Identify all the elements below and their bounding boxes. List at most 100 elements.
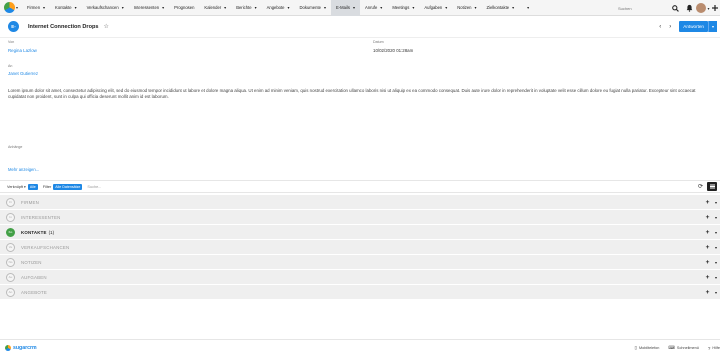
star-icon[interactable]: ☆: [104, 23, 109, 30]
reply-button[interactable]: Antworten: [679, 21, 708, 32]
linked-filter-pill[interactable]: Alle: [27, 183, 38, 190]
chevron-down-icon[interactable]: ▾: [224, 5, 226, 10]
notifications-icon[interactable]: [682, 0, 696, 16]
chevron-down-icon[interactable]: ▾: [712, 230, 720, 235]
chevron-down-icon[interactable]: ▾: [162, 5, 164, 10]
add-icon[interactable]: +: [703, 289, 712, 296]
mobile-link[interactable]: ▯ Mobiltelefon: [634, 345, 659, 351]
chevron-down-icon[interactable]: ▾: [380, 5, 382, 10]
add-icon[interactable]: +: [703, 199, 712, 206]
nav-item-notizen[interactable]: Notizen ▾: [452, 0, 481, 16]
nav-item-aufgaben[interactable]: Aufgaben ▾: [419, 0, 452, 16]
module-circle-icon: An: [6, 287, 15, 297]
chevron-down-icon[interactable]: ▾: [24, 185, 26, 189]
module-badge: E-: [8, 21, 19, 32]
chevron-down-icon: ▾: [15, 5, 18, 10]
subpanel-count: (1): [48, 229, 55, 235]
chevron-down-icon[interactable]: ▾: [712, 275, 720, 280]
chevron-down-icon[interactable]: ▾: [474, 5, 476, 10]
sugar-logo-icon: [5, 344, 11, 351]
from-label: Von: [8, 40, 15, 44]
add-icon[interactable]: [710, 0, 720, 16]
subpanel-kontakte[interactable]: Ko KONTAKTE (1) + ▾: [0, 225, 720, 240]
chevron-down-icon[interactable]: ▾: [412, 5, 414, 10]
subpanel-notizen[interactable]: No NOTIZEN + ▾: [0, 255, 720, 270]
from-value-link[interactable]: Regina Lazlow: [8, 48, 37, 53]
home-menu[interactable]: ▾: [0, 0, 22, 16]
add-icon[interactable]: +: [703, 259, 712, 266]
linked-dropdown-label[interactable]: Verknüpft: [7, 185, 23, 189]
chevron-down-icon[interactable]: ▾: [712, 200, 720, 205]
subpanel-aufgaben[interactable]: Au AUFGABEN + ▾: [0, 270, 720, 285]
chevron-down-icon[interactable]: ▾: [512, 5, 514, 10]
nav-item-zielkontakte[interactable]: Zielkontakte ▾: [482, 0, 520, 16]
help-icon: ?: [707, 345, 711, 351]
more-modules-menu[interactable]: ▾: [519, 0, 534, 16]
chevron-down-icon[interactable]: ▾: [712, 290, 720, 295]
chevron-down-icon[interactable]: ▾: [75, 5, 77, 10]
subpanel-search-input[interactable]: Suche...: [87, 185, 101, 189]
subpanel-title: INTERESSENTEN: [21, 214, 61, 220]
help-link[interactable]: ? Hilfe: [708, 346, 720, 351]
add-icon[interactable]: +: [703, 229, 712, 236]
nav-item-anrufe[interactable]: Anrufe ▾: [360, 0, 387, 16]
subpanel-controls: + ▾: [703, 270, 720, 285]
records-filter-pill[interactable]: Alle Datensätze: [53, 183, 83, 190]
subpanel-verkaufschancen[interactable]: Ve VERKAUFSCHANCEN + ▾: [0, 240, 720, 255]
subpanel-view-controls: ⟳: [698, 182, 717, 191]
nav-item-emails[interactable]: E-Mails ▾: [330, 0, 360, 16]
sugarcrm-logo[interactable]: sugarcrm: [5, 344, 37, 351]
nav-item-dokumente[interactable]: Dokumente ▾: [295, 0, 331, 16]
chevron-down-icon[interactable]: ▾: [712, 260, 720, 265]
module-circle-icon: In: [6, 212, 15, 222]
nav-item-angebote[interactable]: Angebote ▾: [262, 0, 295, 16]
add-icon[interactable]: +: [703, 214, 712, 221]
record-detail: Von Regina Lazlow Datum 10/02/2020 01:28…: [0, 38, 720, 198]
nav-item-interessenten[interactable]: Interessenten ▾: [129, 0, 169, 16]
shortcuts-link[interactable]: ⌨ Schnellmenü: [668, 345, 698, 351]
chevron-down-icon[interactable]: ▾: [43, 5, 45, 10]
top-navigation-bar: ▾ Firmen ▾ Kontakte ▾ Verkaufschancen ▾ Int…: [0, 0, 720, 16]
chevron-down-icon[interactable]: ▾: [255, 5, 257, 10]
next-record-icon[interactable]: ›: [665, 24, 675, 30]
chevron-down-icon[interactable]: ▾: [122, 5, 124, 10]
chevron-down-icon[interactable]: ▾: [353, 5, 355, 10]
nav-item-kontakte[interactable]: Kontakte ▾: [50, 0, 82, 16]
chevron-down-icon[interactable]: ▾: [445, 5, 447, 10]
nav-item-firmen[interactable]: Firmen ▾: [22, 0, 50, 16]
search-icon[interactable]: [668, 0, 682, 16]
subpanel-interessenten[interactable]: In INTERESSENTEN + ▾: [0, 210, 720, 225]
brand-name: sugarcrm: [13, 344, 37, 351]
subpanel-angebote[interactable]: An ANGEBOTE + ▾: [0, 285, 720, 300]
add-icon[interactable]: +: [703, 274, 712, 281]
add-icon[interactable]: +: [703, 244, 712, 251]
chevron-down-icon[interactable]: ▾: [324, 5, 326, 10]
chevron-down-icon[interactable]: ▾: [712, 245, 720, 250]
subpanel-controls: + ▾: [703, 240, 720, 255]
subpanel-title: KONTAKTE: [21, 229, 47, 235]
previous-record-icon[interactable]: ‹: [655, 24, 665, 30]
chevron-down-icon[interactable]: ▾: [288, 5, 290, 10]
date-value: 10/02/2020 01:28am: [373, 48, 414, 53]
global-search-input[interactable]: [618, 3, 658, 13]
refresh-icon[interactable]: ⟳: [698, 183, 703, 190]
nav-item-prognosen[interactable]: Prognosen: [169, 0, 199, 16]
subpanel-controls: + ▾: [703, 255, 720, 270]
reply-menu-chevron-icon[interactable]: ▾: [707, 21, 717, 32]
show-more-link[interactable]: Mehr anzeigen...: [8, 167, 39, 172]
keyboard-icon: ⌨: [668, 345, 675, 350]
list-view-icon[interactable]: [707, 182, 717, 191]
footer: sugarcrm ▯ Mobiltelefon ⌨ Schnellmenü ? Hil…: [0, 339, 720, 355]
nav-item-verkaufschancen[interactable]: Verkaufschancen ▾: [82, 0, 129, 16]
to-value-link[interactable]: Janet Gutierrez: [8, 71, 38, 76]
nav-item-meetings[interactable]: Meetings ▾: [387, 0, 419, 16]
nav-item-berichte[interactable]: Berichte ▾: [231, 0, 261, 16]
module-circle-icon: Fi: [6, 197, 15, 207]
nav-item-kalender[interactable]: Kalender ▾: [199, 0, 231, 16]
subpanel-title: ANGEBOTE: [21, 289, 47, 295]
nav-right-tools: ▾: [618, 0, 720, 16]
user-avatar-menu[interactable]: ▾: [696, 0, 710, 16]
subpanel-title: NOTIZEN: [21, 259, 42, 265]
subpanel-firmen[interactable]: Fi FIRMEN + ▾: [0, 195, 720, 210]
chevron-down-icon[interactable]: ▾: [712, 215, 720, 220]
